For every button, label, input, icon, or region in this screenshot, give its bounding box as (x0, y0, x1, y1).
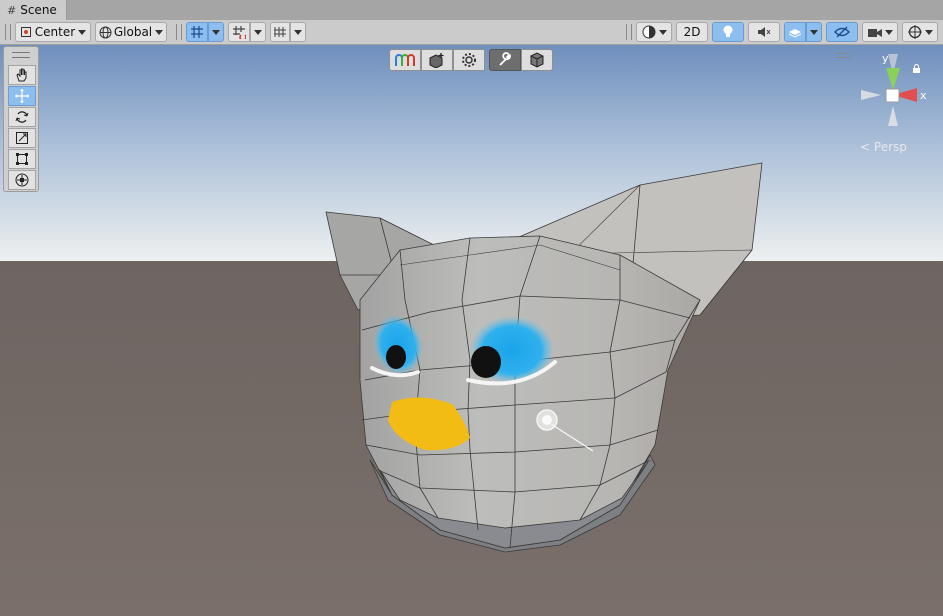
gear-icon (462, 53, 476, 67)
move-tool-button[interactable] (8, 86, 36, 106)
scene-toolbar: Center Global 2D (0, 20, 943, 45)
lighting-toggle[interactable] (712, 22, 744, 42)
rgb-logo-icon (395, 54, 415, 66)
scale-icon (16, 132, 28, 144)
effects-dropdown[interactable] (806, 22, 822, 42)
chevron-down-icon (924, 29, 933, 35)
space-dropdown[interactable]: Global (95, 22, 167, 42)
unity-editor-button[interactable] (389, 49, 421, 71)
increment-snap-button[interactable] (228, 22, 250, 42)
rotate-tool-button[interactable] (8, 107, 36, 127)
orientation-gizmo[interactable]: y x (855, 52, 935, 132)
overlay-menu-grip[interactable] (836, 53, 850, 58)
y-axis-label: y (882, 52, 889, 65)
pivot-center-icon (20, 27, 31, 37)
object-mode-button[interactable] (521, 49, 553, 71)
wrench-icon (499, 52, 511, 66)
transform-icon (15, 173, 29, 187)
gizmos-dropdown[interactable] (902, 22, 938, 42)
increment-snap-dropdown[interactable] (250, 22, 266, 42)
grid-icon: # (7, 3, 17, 17)
projection-label: Persp (873, 140, 907, 154)
space-label: Global (113, 25, 153, 39)
shading-sphere-icon (642, 25, 655, 39)
chevron-down-icon (155, 29, 164, 35)
transform-tool-button[interactable] (8, 170, 36, 190)
overlay-toolbar (389, 49, 553, 71)
grid-snap-button[interactable] (186, 22, 208, 42)
rect-tool-button[interactable] (8, 149, 36, 169)
increment-snap-icon (233, 26, 246, 39)
tools-overlay (3, 46, 39, 192)
chevron-down-icon (884, 29, 893, 35)
camera-icon (867, 28, 882, 37)
grid-snap-dropdown[interactable] (208, 22, 224, 42)
lock-icon[interactable] (912, 59, 921, 78)
audio-muted-icon (758, 27, 771, 37)
toolbar-grip (176, 24, 182, 40)
effects-toggle[interactable] (784, 22, 806, 42)
scene-visibility-toggle[interactable] (826, 22, 858, 42)
grid-visibility-dropdown[interactable] (290, 22, 306, 42)
tool-settings-button[interactable] (489, 49, 521, 71)
scale-tool-button[interactable] (8, 128, 36, 148)
chevron-down-icon (78, 29, 87, 35)
view-tool-button[interactable] (8, 65, 36, 85)
pivot-label: Center (34, 25, 76, 39)
x-axis-label: x (920, 89, 927, 102)
toolbar-grip (626, 24, 632, 40)
chevron-down-icon (810, 29, 818, 35)
chevron-down-icon (658, 29, 667, 35)
move-arrows-icon (15, 89, 29, 103)
effects-layers-icon (788, 29, 802, 38)
audio-toggle[interactable] (748, 22, 780, 42)
cube-icon (530, 52, 544, 68)
grid-lines-icon (274, 27, 286, 37)
chevron-left-icon: < (860, 140, 871, 154)
cube-plus-icon (429, 53, 444, 68)
scene-render (0, 45, 943, 616)
tab-bar: # Scene (0, 0, 943, 21)
grid-snap-icon (191, 26, 203, 38)
rect-transform-icon (16, 153, 28, 165)
tab-scene-label: Scene (20, 3, 57, 17)
draw-mode-dropdown[interactable] (636, 22, 672, 42)
chevron-down-icon (212, 29, 220, 35)
settings-button[interactable] (453, 49, 485, 71)
new-shape-button[interactable] (421, 49, 453, 71)
camera-dropdown[interactable] (862, 22, 898, 42)
scene-viewport[interactable] (0, 45, 943, 616)
projection-toggle[interactable]: < Persp (860, 140, 907, 154)
eye-hidden-icon (834, 26, 850, 38)
grid-visibility-button[interactable] (270, 22, 290, 42)
pivot-dropdown[interactable]: Center (15, 22, 91, 42)
panel-grip[interactable] (12, 52, 30, 58)
globe-icon (99, 26, 112, 38)
toggle-2d-button[interactable]: 2D (676, 22, 708, 42)
hand-icon (16, 68, 27, 82)
lightbulb-icon (723, 25, 733, 37)
toolbar-grip (5, 24, 11, 40)
sky (0, 45, 943, 261)
rotate-icon (15, 111, 29, 123)
toggle-2d-label: 2D (683, 25, 701, 39)
gizmo-sphere-icon (907, 25, 922, 39)
chevron-down-icon (294, 29, 302, 35)
tab-scene[interactable]: # Scene (0, 0, 67, 20)
chevron-down-icon (254, 29, 262, 35)
